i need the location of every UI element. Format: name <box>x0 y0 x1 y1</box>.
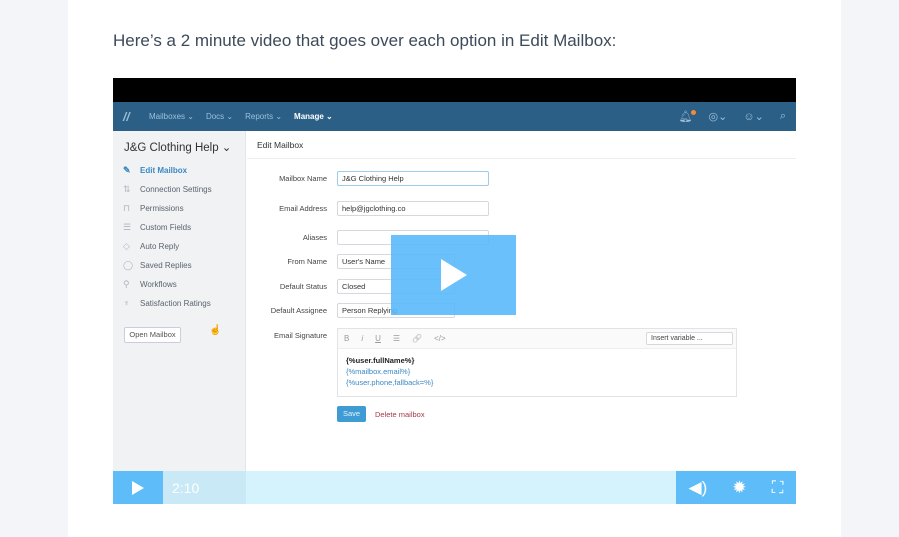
time-display: 2:10 <box>172 480 200 496</box>
volume-icon[interactable]: ◀︎) <box>689 478 708 498</box>
from-name-label: From Name <box>287 257 327 266</box>
code-icon[interactable]: </> <box>434 334 446 343</box>
pencil-icon: ✎ <box>123 165 131 175</box>
mailbox-name-input[interactable]: J&G Clothing Help <box>337 171 489 186</box>
sidebar-item-permissions[interactable]: ⊓ Permissions <box>123 203 184 214</box>
app-nav: // Mailboxes ⌄ Docs ⌄ Reports ⌄ Manage ⌄… <box>113 102 796 131</box>
nav-docs[interactable]: Docs ⌄ <box>206 112 233 121</box>
list-icon[interactable]: ☰ <box>393 334 400 343</box>
bell-icon[interactable]: 🔔︎ <box>679 110 696 123</box>
sidebar-item-workflows[interactable]: ⚲ Workflows <box>123 279 177 290</box>
video-player[interactable]: // Mailboxes ⌄ Docs ⌄ Reports ⌄ Manage ⌄… <box>113 78 796 504</box>
search-icon[interactable]: ⌕ <box>780 110 786 123</box>
insert-variable-select[interactable]: Insert variable ... <box>646 332 733 345</box>
sidebar-item-connection-settings[interactable]: ⇅ Connection Settings <box>123 184 212 195</box>
bold-icon[interactable]: B <box>344 334 349 343</box>
signature-body[interactable]: {%user.fullName%} {%mailbox.email%} {%us… <box>338 349 736 394</box>
player-right-controls: ◀︎) ✹ ⛶ <box>676 471 796 504</box>
database-icon: ☰ <box>123 222 132 232</box>
hand-cursor-icon: ☝ <box>209 325 222 336</box>
save-button[interactable]: Save <box>337 406 366 422</box>
sidebar-item-saved-replies[interactable]: ◯ Saved Replies <box>123 260 192 271</box>
signature-editor[interactable]: B i U ☰ 🔗 </> Insert variable ... {%user… <box>337 328 737 397</box>
page-header: Edit Mailbox <box>247 131 796 159</box>
nav-mailboxes[interactable]: Mailboxes ⌄ <box>149 112 194 121</box>
sidebar-item-custom-fields[interactable]: ☰ Custom Fields <box>123 222 191 233</box>
page-title: Edit Mailbox <box>257 140 304 150</box>
chat-icon: ◯ <box>123 260 134 270</box>
user-icon[interactable]: ☺⌄ <box>743 110 763 123</box>
fullscreen-icon[interactable]: ⛶ <box>772 478 784 498</box>
help-icon[interactable]: ◎⌄ <box>709 110 728 123</box>
lock-icon: ⊓ <box>123 203 131 213</box>
mailbox-title[interactable]: J&G Clothing Help ⌄ <box>124 140 231 154</box>
nav-reports[interactable]: Reports ⌄ <box>245 112 282 121</box>
video-letterbox <box>113 78 796 102</box>
play-icon <box>440 259 467 291</box>
email-signature-label: Email Signature <box>274 331 327 340</box>
editor-toolbar: B i U ☰ 🔗 </> Insert variable ... <box>338 329 736 349</box>
sidebar-item-satisfaction-ratings[interactable]: ♆ Satisfaction Ratings <box>123 298 211 308</box>
signature-line: {%mailbox.email%} <box>346 367 411 376</box>
italic-icon[interactable]: i <box>361 334 363 343</box>
open-mailbox-button[interactable]: Open Mailbox <box>124 327 181 343</box>
default-assignee-label: Default Assignee <box>270 306 327 315</box>
trophy-icon: ♆ <box>123 298 130 308</box>
signature-line: {%user.fullName%} <box>346 356 415 365</box>
default-status-label: Default Status <box>279 282 327 291</box>
email-address-input[interactable]: help@jgclothing.co <box>337 201 489 216</box>
delete-mailbox-link[interactable]: Delete mailbox <box>375 410 425 419</box>
email-address-label: Email Address <box>279 204 327 213</box>
nav-manage[interactable]: Manage ⌄ <box>294 112 333 121</box>
plug-icon: ⇅ <box>123 184 131 194</box>
big-play-button[interactable] <box>391 235 516 315</box>
settings-icon[interactable]: ✹ <box>732 478 746 498</box>
play-icon <box>132 480 144 495</box>
underline-icon[interactable]: U <box>375 334 381 343</box>
workflow-icon: ⚲ <box>123 279 130 289</box>
play-button[interactable] <box>113 471 163 504</box>
intro-text: Here’s a 2 minute video that goes over e… <box>113 31 617 50</box>
sidebar-item-edit-mailbox[interactable]: ✎ Edit Mailbox <box>123 165 187 176</box>
mailbox-name-label: Mailbox Name <box>279 174 327 183</box>
player-controls: 2:10 ◀︎) ✹ ⛶ <box>113 471 796 504</box>
shield-check-icon: ◇ <box>123 241 130 251</box>
signature-line: {%user.phone,fallback=%} <box>346 378 434 387</box>
logo-icon: // <box>123 109 130 124</box>
edit-mailbox-form: Edit Mailbox Mailbox Name J&G Clothing H… <box>247 131 796 504</box>
sidebar: J&G Clothing Help ⌄ ✎ Edit Mailbox ⇅ Conne… <box>113 131 246 504</box>
link-icon[interactable]: 🔗 <box>412 334 422 343</box>
sidebar-item-auto-reply[interactable]: ◇ Auto Reply <box>123 241 179 252</box>
aliases-label: Aliases <box>302 233 327 242</box>
